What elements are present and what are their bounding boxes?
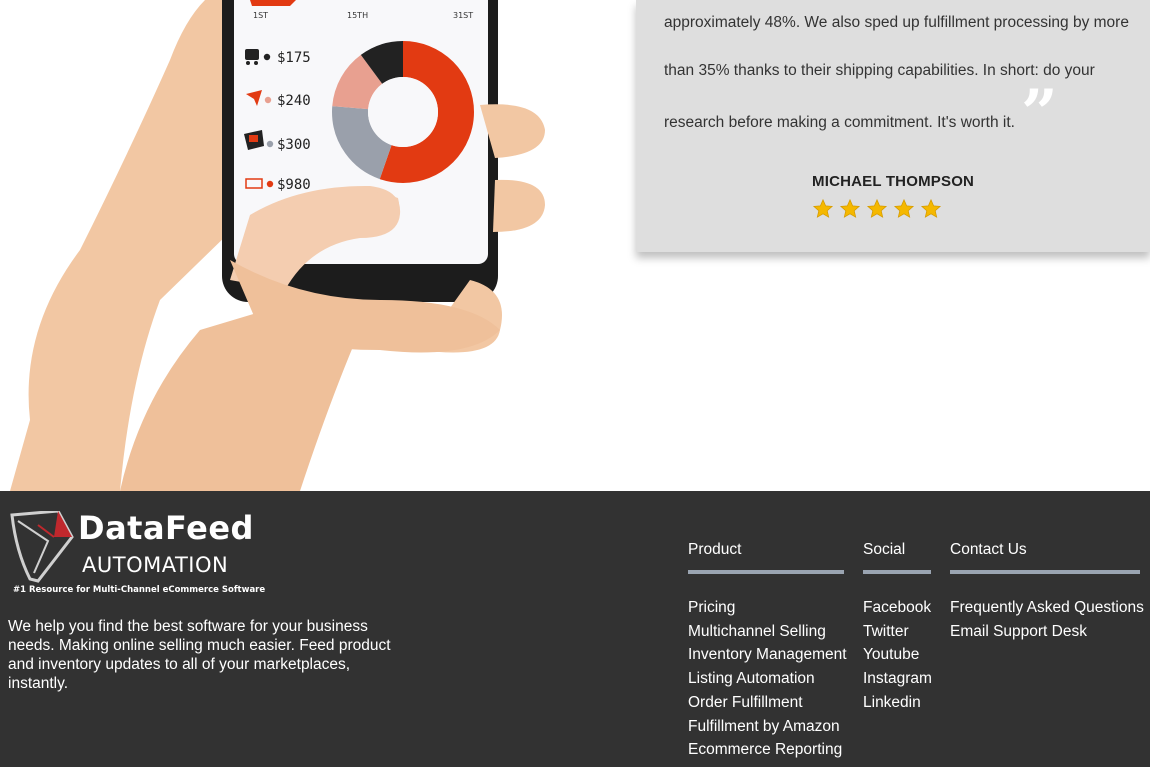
footer-column-title: Product xyxy=(688,541,742,558)
axis-label-3: 31ST xyxy=(453,11,473,20)
footer-link-fulfillment-by-amazon[interactable]: Fulfillment by Amazon xyxy=(688,715,844,739)
logo-word-automation: AUTOMATION xyxy=(82,553,229,577)
testimonial-author: MICHAEL THOMPSON xyxy=(812,173,975,190)
footer-link-multichannel-selling[interactable]: Multichannel Selling xyxy=(688,620,844,644)
footer-about-text: We help you find the best software for y… xyxy=(8,618,391,692)
footer-link-pricing[interactable]: Pricing xyxy=(688,596,844,620)
amount-4: $980 xyxy=(277,177,311,193)
footer-link-ecommerce-reporting[interactable]: Ecommerce Reporting xyxy=(688,738,844,762)
legend-dot xyxy=(263,53,271,61)
close-quote-icon: ” xyxy=(1021,76,1058,151)
testimonial-text-line: research before making a commitment. It'… xyxy=(664,114,1015,131)
footer-column-social: Social Facebook Twitter Youtube Instagra… xyxy=(863,541,932,715)
datafeed-logo[interactable]: DataFeed AUTOMATION #1 Resource for Mult… xyxy=(8,509,265,599)
legend-dot xyxy=(266,180,274,188)
donut-chart xyxy=(332,41,474,183)
footer-link-listing-automation[interactable]: Listing Automation xyxy=(688,667,844,691)
star-icon xyxy=(812,198,834,218)
star-rating xyxy=(812,198,942,220)
footer-column-title: Social xyxy=(863,541,906,558)
axis-label-1: 1ST xyxy=(253,11,268,20)
amount-2: $240 xyxy=(277,93,311,109)
logo-word-datafeed: DataFeed xyxy=(78,509,254,547)
footer-link-instagram[interactable]: Instagram xyxy=(863,667,932,691)
footer-column-contact: Contact Us Frequently Asked Questions Em… xyxy=(950,541,1144,644)
footer-column-divider xyxy=(950,570,1140,574)
footer-link-order-fulfillment[interactable]: Order Fulfillment xyxy=(688,691,844,715)
footer-column-title: Contact Us xyxy=(950,541,1027,558)
amount-3: $300 xyxy=(277,137,311,153)
testimonial-card: approximately 48%. We also sped up fulfi… xyxy=(636,0,1150,252)
site-footer: DataFeed AUTOMATION #1 Resource for Mult… xyxy=(0,491,1150,767)
hand-holding-phone-illustration: 1ST 15TH 31ST $175 $240 $300 $980 xyxy=(10,0,545,491)
logo-mark-icon xyxy=(10,511,74,583)
axis-label-2: 15TH xyxy=(347,11,368,20)
footer-link-youtube[interactable]: Youtube xyxy=(863,643,931,667)
logo-tagline: #1 Resource for Multi-Channel eCommerce … xyxy=(13,585,266,595)
footer-column-divider xyxy=(863,570,931,574)
footer-link-faq[interactable]: Frequently Asked Questions xyxy=(950,596,1144,620)
star-icon xyxy=(920,198,942,218)
testimonial-text-line: approximately 48%. We also sped up fulfi… xyxy=(664,14,1129,31)
footer-link-facebook[interactable]: Facebook xyxy=(863,596,931,620)
footer-link-twitter[interactable]: Twitter xyxy=(863,620,931,644)
star-icon xyxy=(893,198,915,218)
footer-link-inventory-management[interactable]: Inventory Management xyxy=(688,643,847,667)
amount-1: $175 xyxy=(277,50,311,66)
footer-link-linkedin[interactable]: Linkedin xyxy=(863,691,931,715)
footer-link-email-support[interactable]: Email Support Desk xyxy=(950,620,1140,644)
star-icon xyxy=(839,198,861,218)
hero-section: 1ST 15TH 31ST $175 $240 $300 $980 approx… xyxy=(0,0,1150,491)
footer-column-product: Product Pricing Multichannel Selling Inv… xyxy=(688,541,847,762)
legend-dot xyxy=(264,96,272,104)
legend-dot xyxy=(266,140,274,148)
footer-column-divider xyxy=(688,570,844,574)
star-icon xyxy=(866,198,888,218)
